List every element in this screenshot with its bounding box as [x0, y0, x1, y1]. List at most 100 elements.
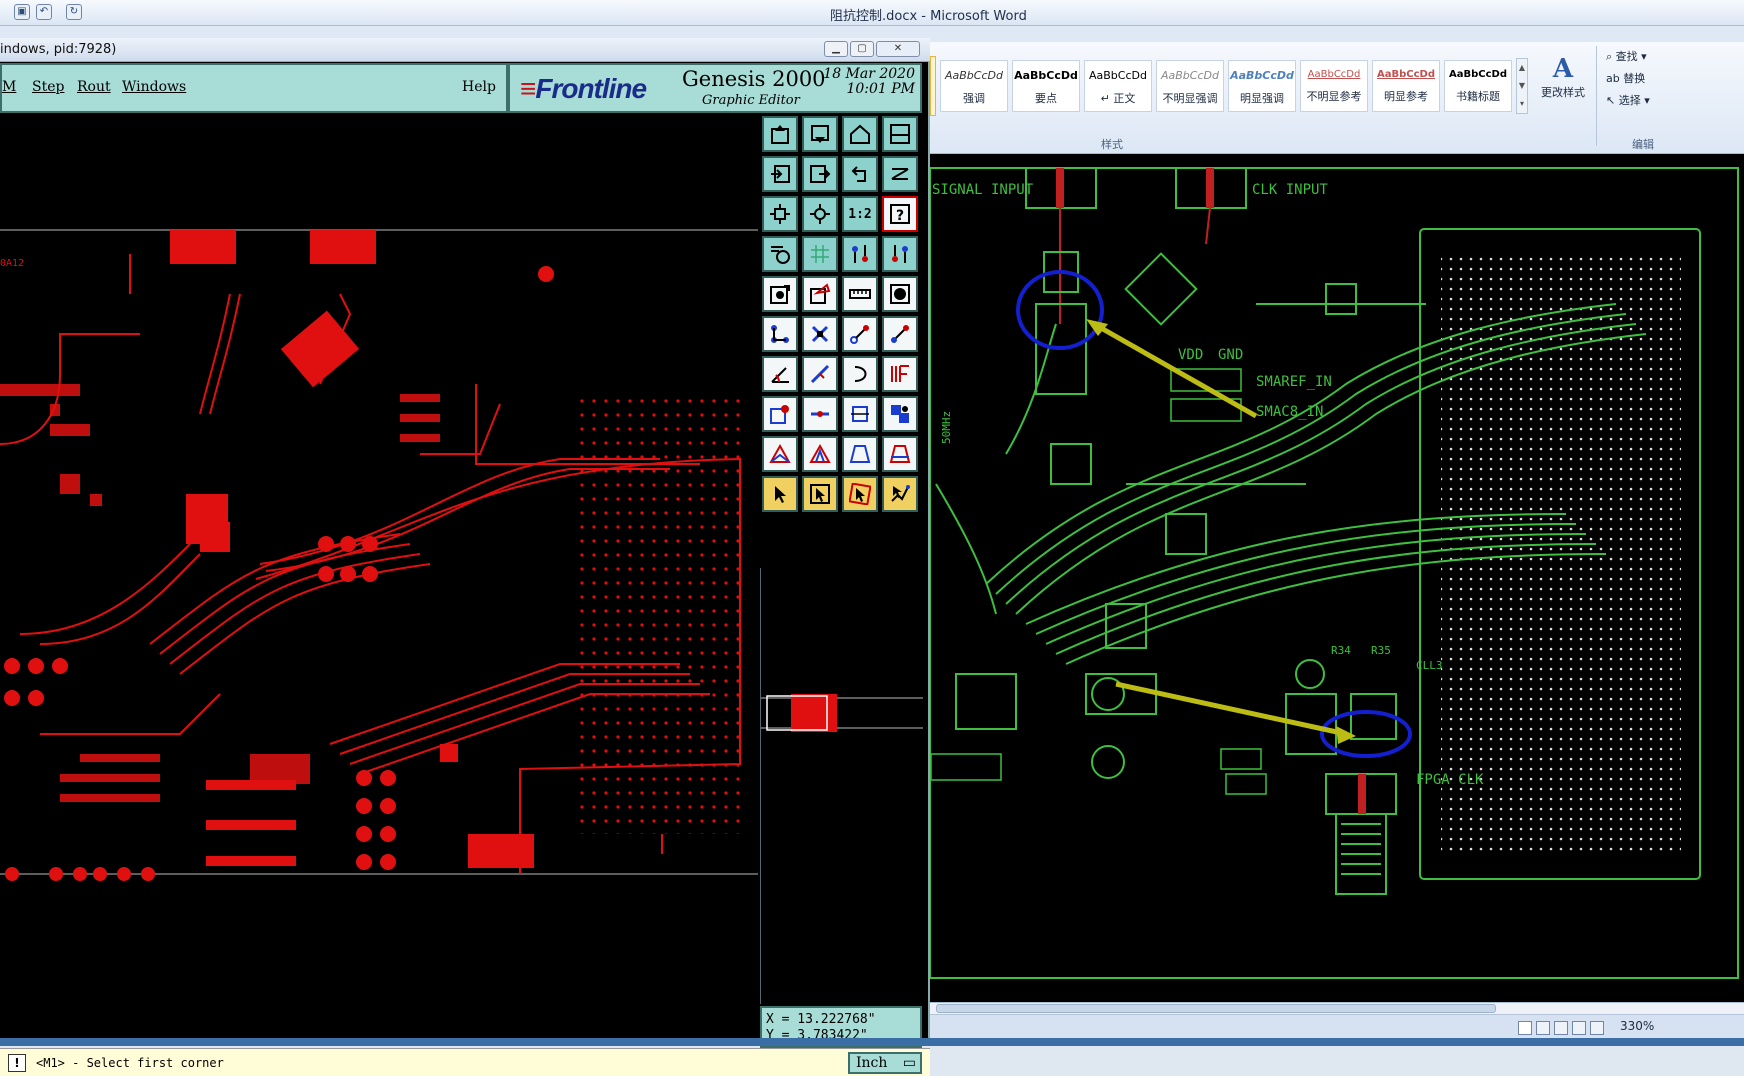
svg-text:?: ? — [896, 208, 904, 224]
status-prompt: <M1> - Select first corner — [36, 1056, 224, 1070]
change-styles-button[interactable]: A 更改样式 — [1538, 54, 1588, 118]
zoom-level[interactable]: 330% — [1620, 1019, 1654, 1033]
line-add-icon[interactable] — [842, 316, 878, 352]
close-button[interactable]: ✕ — [876, 41, 920, 57]
style-subtle-reference[interactable]: AaBbCcDd 不明显参考 — [1300, 60, 1368, 112]
trapezoid-icon[interactable] — [842, 436, 878, 472]
full-screen-view-icon[interactable] — [1536, 1021, 1550, 1035]
horizontal-scrollbar[interactable] — [926, 1003, 1744, 1015]
dropdown-icon: ▭ — [902, 1055, 916, 1071]
pcb-green-drawing: SIGNAL INPUT CLK INPUT VDD GND SMAREF_IN… — [929, 167, 1739, 979]
layer-up-icon[interactable] — [842, 236, 878, 272]
zoom-fit-icon[interactable] — [762, 196, 798, 232]
connect-icon[interactable] — [762, 316, 798, 352]
pcb-label-cll3: CLL3 — [1416, 659, 1443, 672]
menu-rout[interactable]: Rout — [77, 79, 111, 95]
redraw-icon[interactable] — [882, 156, 918, 192]
trapezoid-red-icon[interactable] — [882, 436, 918, 472]
help-query-icon[interactable]: ? — [882, 196, 918, 232]
maximize-button[interactable]: ▢ — [850, 41, 874, 57]
word-ribbon: AaBbCcDd 强调 AaBbCcDd 要点 AaBbCcDd ↵ 正文 AaBbC… — [926, 42, 1744, 154]
web-layout-view-icon[interactable] — [1554, 1021, 1568, 1035]
scale-1-2-button[interactable]: 1:2 — [842, 196, 878, 232]
print-layout-view-icon[interactable] — [1518, 1021, 1532, 1035]
outline-view-icon[interactable] — [1572, 1021, 1586, 1035]
menu-windows[interactable]: Windows — [122, 79, 186, 95]
save-job-icon[interactable] — [802, 116, 838, 152]
scrollbar-thumb[interactable] — [936, 1004, 1496, 1013]
style-gallery-scroll[interactable]: ▲ ▼ ▾ — [1516, 58, 1528, 114]
style-normal[interactable]: AaBbCcDd ↵ 正文 — [1084, 60, 1152, 112]
select-feature-icon[interactable] — [762, 276, 798, 312]
triangle-red-icon[interactable] — [762, 436, 798, 472]
editing-group-label: 编辑 — [1632, 138, 1654, 151]
measure-icon[interactable] — [762, 236, 798, 272]
save-icon[interactable]: ▣ — [14, 4, 30, 20]
genesis-graphic-editor-window: indows, pid:7928) ▁ ▢ ✕ M Step Rout Wind… — [0, 38, 930, 1076]
minimize-button[interactable]: ▁ — [824, 41, 848, 57]
grid-icon[interactable] — [802, 236, 838, 272]
style-intense-reference[interactable]: AaBbCcDd 明显参考 — [1372, 60, 1440, 112]
pcb-label-50mhz: 50MHz — [940, 411, 953, 444]
pointer-red-box-icon[interactable] — [842, 476, 878, 512]
pcb-label-r34: R34 — [1331, 644, 1351, 657]
open-job-icon[interactable] — [762, 116, 798, 152]
style-book-title[interactable]: AaBbCcDd 书籍标题 — [1444, 60, 1512, 112]
style-subtle-emphasis[interactable]: AaBbCcDd 不明显强调 — [1156, 60, 1224, 112]
pointer-net-icon[interactable] — [882, 476, 918, 512]
pcb-label-fpga-clk: FPGA CLK — [1416, 772, 1484, 788]
pointer-box-icon[interactable] — [802, 476, 838, 512]
find-button[interactable]: ⌕ 查找 ▾ — [1606, 46, 1686, 68]
genesis-header-banner: ≡Frontline Genesis 2000 Graphic Editor 1… — [508, 63, 922, 113]
polygon-select-icon[interactable] — [802, 276, 838, 312]
pointer-icon[interactable] — [762, 476, 798, 512]
mirror-icon[interactable] — [882, 356, 918, 392]
undo-step-icon[interactable] — [842, 156, 878, 192]
cross-icon[interactable] — [802, 316, 838, 352]
genesis-toolbox: 1:2 ? — [760, 114, 922, 568]
pcb-label-vdd: VDD — [1178, 347, 1203, 363]
date-text: 18 Mar 2020 — [823, 66, 915, 82]
angle-icon[interactable] — [762, 356, 798, 392]
status-alert-icon[interactable]: ! — [8, 1054, 26, 1072]
redo-icon[interactable]: ↻ — [66, 4, 82, 20]
window-icon[interactable] — [882, 116, 918, 152]
home-icon[interactable] — [842, 116, 878, 152]
line-horizontal-icon[interactable] — [802, 396, 838, 432]
replace-button[interactable]: ab 替换 — [1606, 68, 1686, 90]
overview-panel[interactable] — [760, 568, 923, 1004]
slice-icon[interactable] — [802, 356, 838, 392]
import-icon[interactable] — [762, 156, 798, 192]
menu-step[interactable]: Step — [32, 79, 64, 95]
menu-dfm[interactable]: M — [2, 79, 16, 95]
draft-view-icon[interactable] — [1590, 1021, 1604, 1035]
line-extend-icon[interactable] — [882, 316, 918, 352]
resize-icon[interactable] — [842, 396, 878, 432]
binoculars-icon: ⌕ — [1606, 50, 1616, 63]
menu-help[interactable]: Help — [462, 79, 496, 95]
word-window-title: 阻抗控制.docx - Microsoft Word — [830, 9, 1027, 24]
style-intense-emphasis[interactable]: AaBbCcDd 明显强调 — [1228, 60, 1296, 112]
ruler-icon[interactable] — [842, 276, 878, 312]
layer-down-icon[interactable] — [882, 236, 918, 272]
pad-icon[interactable] — [882, 276, 918, 312]
time-text: 10:01 PM — [846, 81, 915, 97]
product-subtitle: Graphic Editor — [702, 93, 800, 108]
units-selector[interactable]: Inch ▭ — [848, 1052, 922, 1074]
pad-add-icon[interactable] — [762, 396, 798, 432]
graphic-editor-canvas[interactable]: 0A12 — [0, 114, 758, 998]
select-button[interactable]: ↖ 选择 ▾ — [1606, 90, 1686, 112]
style-emphasis[interactable]: AaBbCcDd 强调 — [940, 60, 1008, 112]
style-gallery-left-edge — [930, 56, 936, 116]
pcb-label-smaref-in: SMAREF_IN — [1256, 374, 1332, 390]
zoom-center-icon[interactable] — [802, 196, 838, 232]
triangle-blue-icon[interactable] — [802, 436, 838, 472]
copy-pads-icon[interactable] — [882, 396, 918, 432]
export-icon[interactable] — [802, 156, 838, 192]
document-image-pcb-green: SIGNAL INPUT CLK INPUT VDD GND SMAREF_IN… — [926, 154, 1744, 1002]
undo-icon[interactable]: ↶ — [36, 4, 52, 20]
style-strong[interactable]: AaBbCcDd 要点 — [1012, 60, 1080, 112]
word-title-bar: ▣ ↶ ↻ 阻抗控制.docx - Microsoft Word — [0, 0, 1744, 26]
arc-icon[interactable] — [842, 356, 878, 392]
frontline-logo-mark: ≡ — [520, 73, 536, 104]
